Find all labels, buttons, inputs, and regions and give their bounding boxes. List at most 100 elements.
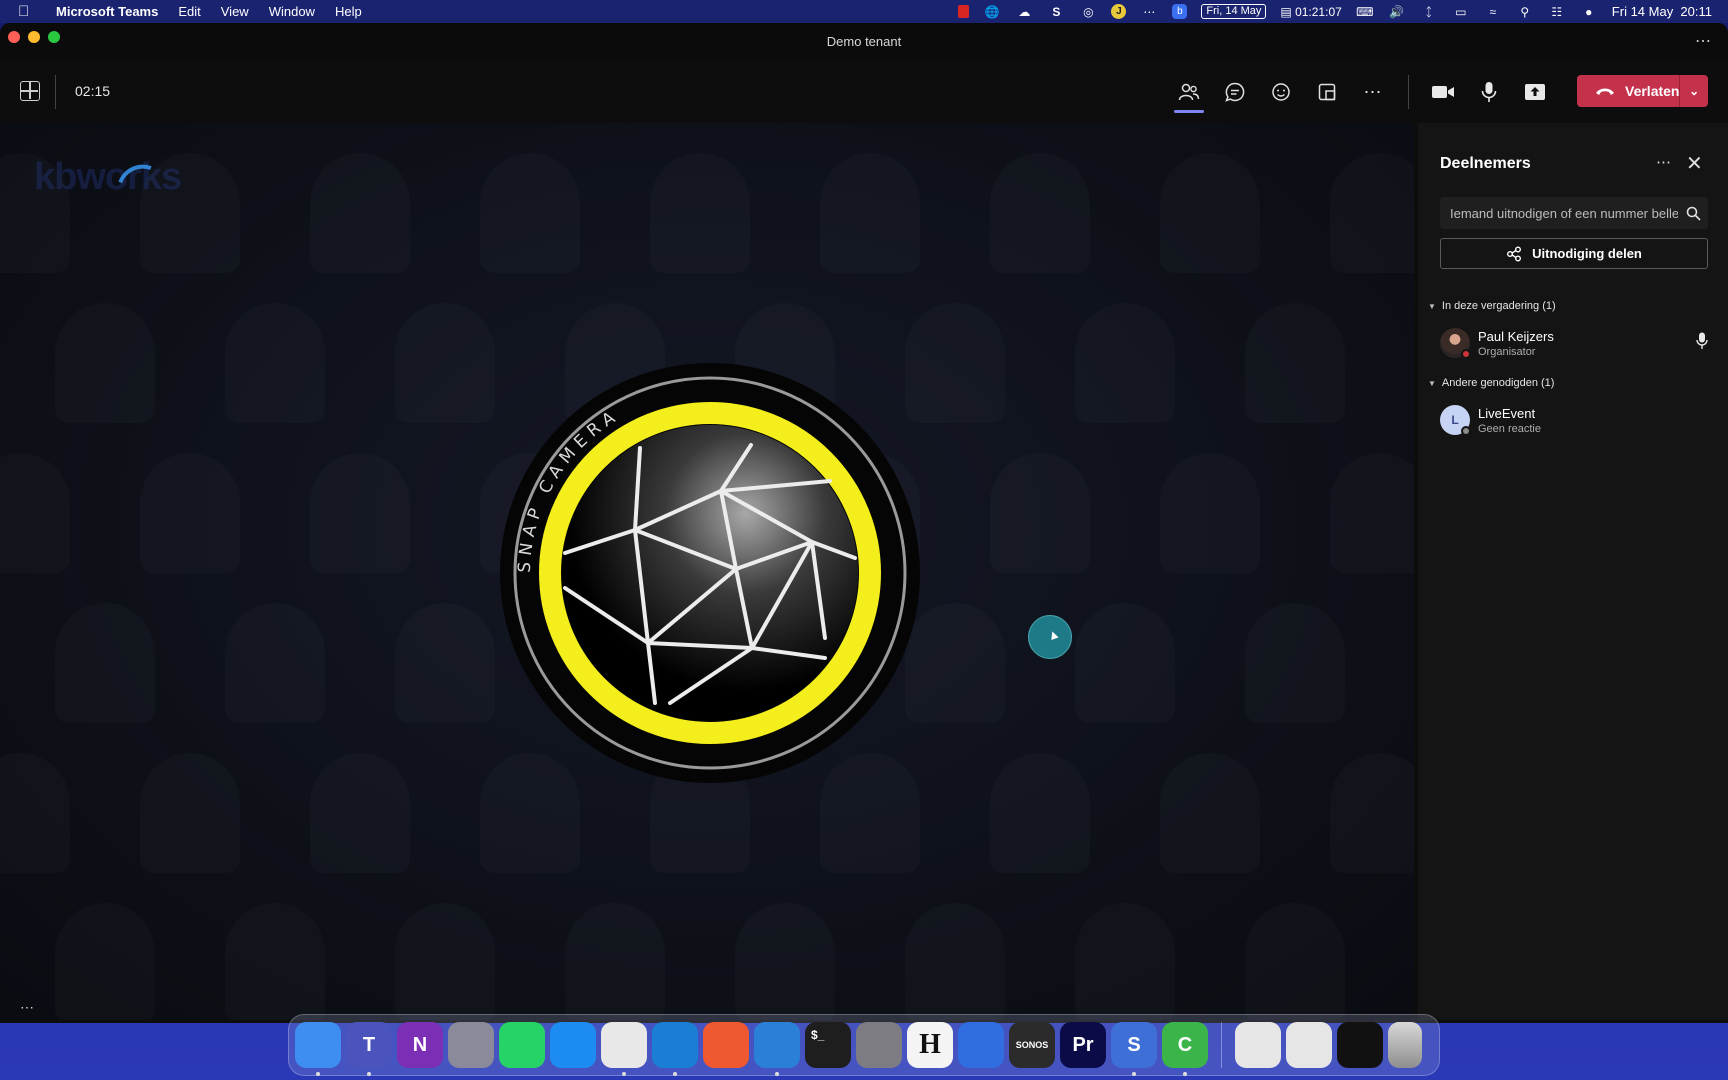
spotlight-search-icon[interactable]: ⚲ — [1516, 5, 1534, 19]
ghost-pattern-shape — [1160, 753, 1260, 873]
section-other-invitees-toggle[interactable]: ▼ Andere genodigden (1) — [1428, 377, 1554, 389]
ghost-pattern-shape — [735, 903, 835, 1020]
teams-window: Demo tenant ⋯ 02:15 ⋯ Verlaten ⌄ kbworks… — [0, 23, 1728, 1023]
dock-sonos-icon[interactable]: SONOS — [1009, 1022, 1055, 1068]
dock-system-preferences-icon[interactable] — [856, 1022, 902, 1068]
dock-trash-icon[interactable] — [1388, 1022, 1422, 1068]
timer-readout[interactable]: ▤ 01:21:07 — [1280, 5, 1341, 19]
user-icon[interactable]: ● — [1580, 5, 1598, 19]
video-stage: kbworks SNAP CAMERA ▲ ⋯ — [0, 123, 1414, 1020]
dock-chrome-icon[interactable] — [601, 1022, 647, 1076]
ghost-pattern-shape — [395, 903, 495, 1020]
control-center-icon[interactable]: ☷ — [1548, 5, 1566, 19]
microphone-button[interactable] — [1474, 77, 1504, 107]
dock-microsoft-to-do-icon[interactable] — [958, 1022, 1004, 1068]
offline-presence-icon — [1461, 426, 1471, 436]
dock-screenshots-stack-icon[interactable] — [1286, 1022, 1332, 1068]
menu-window[interactable]: Window — [269, 4, 315, 19]
meeting-elapsed-time: 02:15 — [75, 83, 111, 99]
dock-microsoft-teams-icon[interactable]: T — [346, 1022, 392, 1076]
microphone-icon — [1481, 82, 1497, 102]
dock-edge-icon[interactable] — [652, 1022, 698, 1076]
view-button[interactable] — [1312, 77, 1342, 107]
dock-premiere-pro-icon[interactable]: Pr — [1060, 1022, 1106, 1068]
share-link-icon — [1507, 246, 1522, 261]
wifi-icon[interactable]: ≈ — [1484, 5, 1502, 19]
dock-onenote-icon[interactable]: N — [397, 1022, 443, 1068]
participant-role: Organisator — [1478, 345, 1536, 358]
dock-safari-icon[interactable] — [550, 1022, 596, 1068]
share-invite-button[interactable]: Uitnodiging delen — [1440, 238, 1708, 269]
share-screen-button[interactable] — [1520, 77, 1550, 107]
search-icon[interactable] — [1678, 206, 1708, 221]
ghost-pattern-shape — [310, 453, 410, 573]
dock-snagit-icon[interactable]: S — [1111, 1022, 1157, 1076]
menu-help[interactable]: Help — [335, 4, 362, 19]
dock-camtasia-icon[interactable]: C — [1162, 1022, 1208, 1076]
dock-documents-stack-icon[interactable] — [1235, 1022, 1281, 1068]
dock-launchpad-icon[interactable] — [448, 1022, 494, 1068]
ghost-pattern-shape — [225, 603, 325, 723]
menu-edit[interactable]: Edit — [178, 4, 200, 19]
stage-more-icon[interactable]: ⋯ — [20, 999, 35, 1016]
dock-brave-icon[interactable] — [703, 1022, 749, 1068]
panel-more-options-icon[interactable]: ⋯ — [1656, 153, 1672, 171]
dock-visual-studio-code-icon[interactable] — [754, 1022, 800, 1076]
menu-app-name[interactable]: Microsoft Teams — [56, 4, 158, 19]
leave-options-chevron-down-icon[interactable]: ⌄ — [1680, 84, 1708, 98]
j-app-icon[interactable]: J — [1111, 4, 1127, 19]
people-icon — [1178, 83, 1200, 101]
ghost-pattern-shape — [0, 453, 70, 573]
date-badge[interactable]: Fri, 14 May — [1201, 4, 1267, 19]
leave-button-group: Verlaten ⌄ — [1577, 75, 1708, 107]
b-app-icon[interactable]: b — [1172, 4, 1188, 19]
bluetooth-icon[interactable]: ᛨ — [1420, 5, 1438, 19]
participants-panel: Deelnemers ⋯ ✕ Uitnodiging delen ▼ In de… — [1418, 123, 1728, 1020]
dock-hemingway-icon[interactable]: H — [907, 1022, 953, 1068]
section-in-meeting-toggle[interactable]: ▼ In deze vergadering (1) — [1428, 300, 1556, 312]
dock-terminal-icon[interactable]: $_ — [805, 1022, 851, 1068]
ghost-pattern-shape — [395, 603, 495, 723]
record-icon[interactable] — [958, 5, 970, 18]
section-in-meeting-label: In deze vergadering (1) — [1441, 300, 1556, 312]
reactions-button[interactable] — [1266, 77, 1296, 107]
snagit-menu-icon[interactable]: S — [1047, 5, 1065, 19]
globe-icon[interactable]: 🌐 — [983, 5, 1001, 19]
screen-layout-icon — [1318, 83, 1336, 101]
dock-finder-icon[interactable] — [295, 1022, 341, 1076]
toolbar-divider — [55, 75, 56, 109]
panel-close-icon[interactable]: ✕ — [1686, 151, 1703, 176]
ghost-pattern-shape — [990, 453, 1090, 573]
more-actions-button[interactable]: ⋯ — [1358, 77, 1388, 107]
invite-search-input[interactable] — [1440, 205, 1678, 221]
title-more-icon[interactable]: ⋯ — [1695, 31, 1712, 51]
participant-item[interactable]: L LiveEvent Geen reactie — [1440, 403, 1708, 437]
participant-item[interactable]: Paul Keijzers Organisator — [1440, 326, 1708, 360]
ghost-pattern-shape — [1245, 603, 1345, 723]
chat-button[interactable] — [1220, 77, 1250, 107]
participants-button[interactable] — [1174, 77, 1204, 113]
ghost-pattern-shape — [650, 153, 750, 273]
dots-box-icon[interactable]: ⋯ — [1140, 5, 1158, 19]
apple-icon[interactable]:  — [18, 3, 38, 20]
share-invite-label: Uitnodiging delen — [1532, 246, 1642, 261]
ghost-pattern-shape — [1160, 153, 1260, 273]
ghost-pattern-shape — [990, 153, 1090, 273]
ghost-pattern-shape — [820, 153, 920, 273]
participant-microphone-icon[interactable] — [1696, 332, 1708, 355]
ghost-pattern-shape — [1245, 303, 1345, 423]
layout-grid-icon[interactable] — [20, 81, 40, 101]
menubar-clock[interactable]: Fri 14 May 20:11 — [1612, 4, 1712, 19]
cloud-icon[interactable]: ☁ — [1015, 5, 1033, 19]
camera-button[interactable] — [1428, 77, 1458, 107]
dock-whatsapp-icon[interactable] — [499, 1022, 545, 1068]
volume-icon[interactable]: 🔊 — [1388, 5, 1406, 19]
battery-icon[interactable]: ▭ — [1452, 5, 1470, 19]
creative-cloud-icon[interactable]: ◎ — [1079, 5, 1097, 19]
panel-title: Deelnemers — [1440, 155, 1531, 172]
keyboard-icon[interactable]: ⌨ — [1356, 5, 1374, 19]
leave-button[interactable]: Verlaten — [1577, 75, 1679, 107]
menubar-status-area: 🌐 ☁ S ◎ J ⋯ b Fri, 14 May ▤ 01:21:07 ⌨ 🔊… — [958, 4, 1718, 19]
dock-recordings-stack-icon[interactable] — [1337, 1022, 1383, 1068]
menu-view[interactable]: View — [221, 4, 249, 19]
